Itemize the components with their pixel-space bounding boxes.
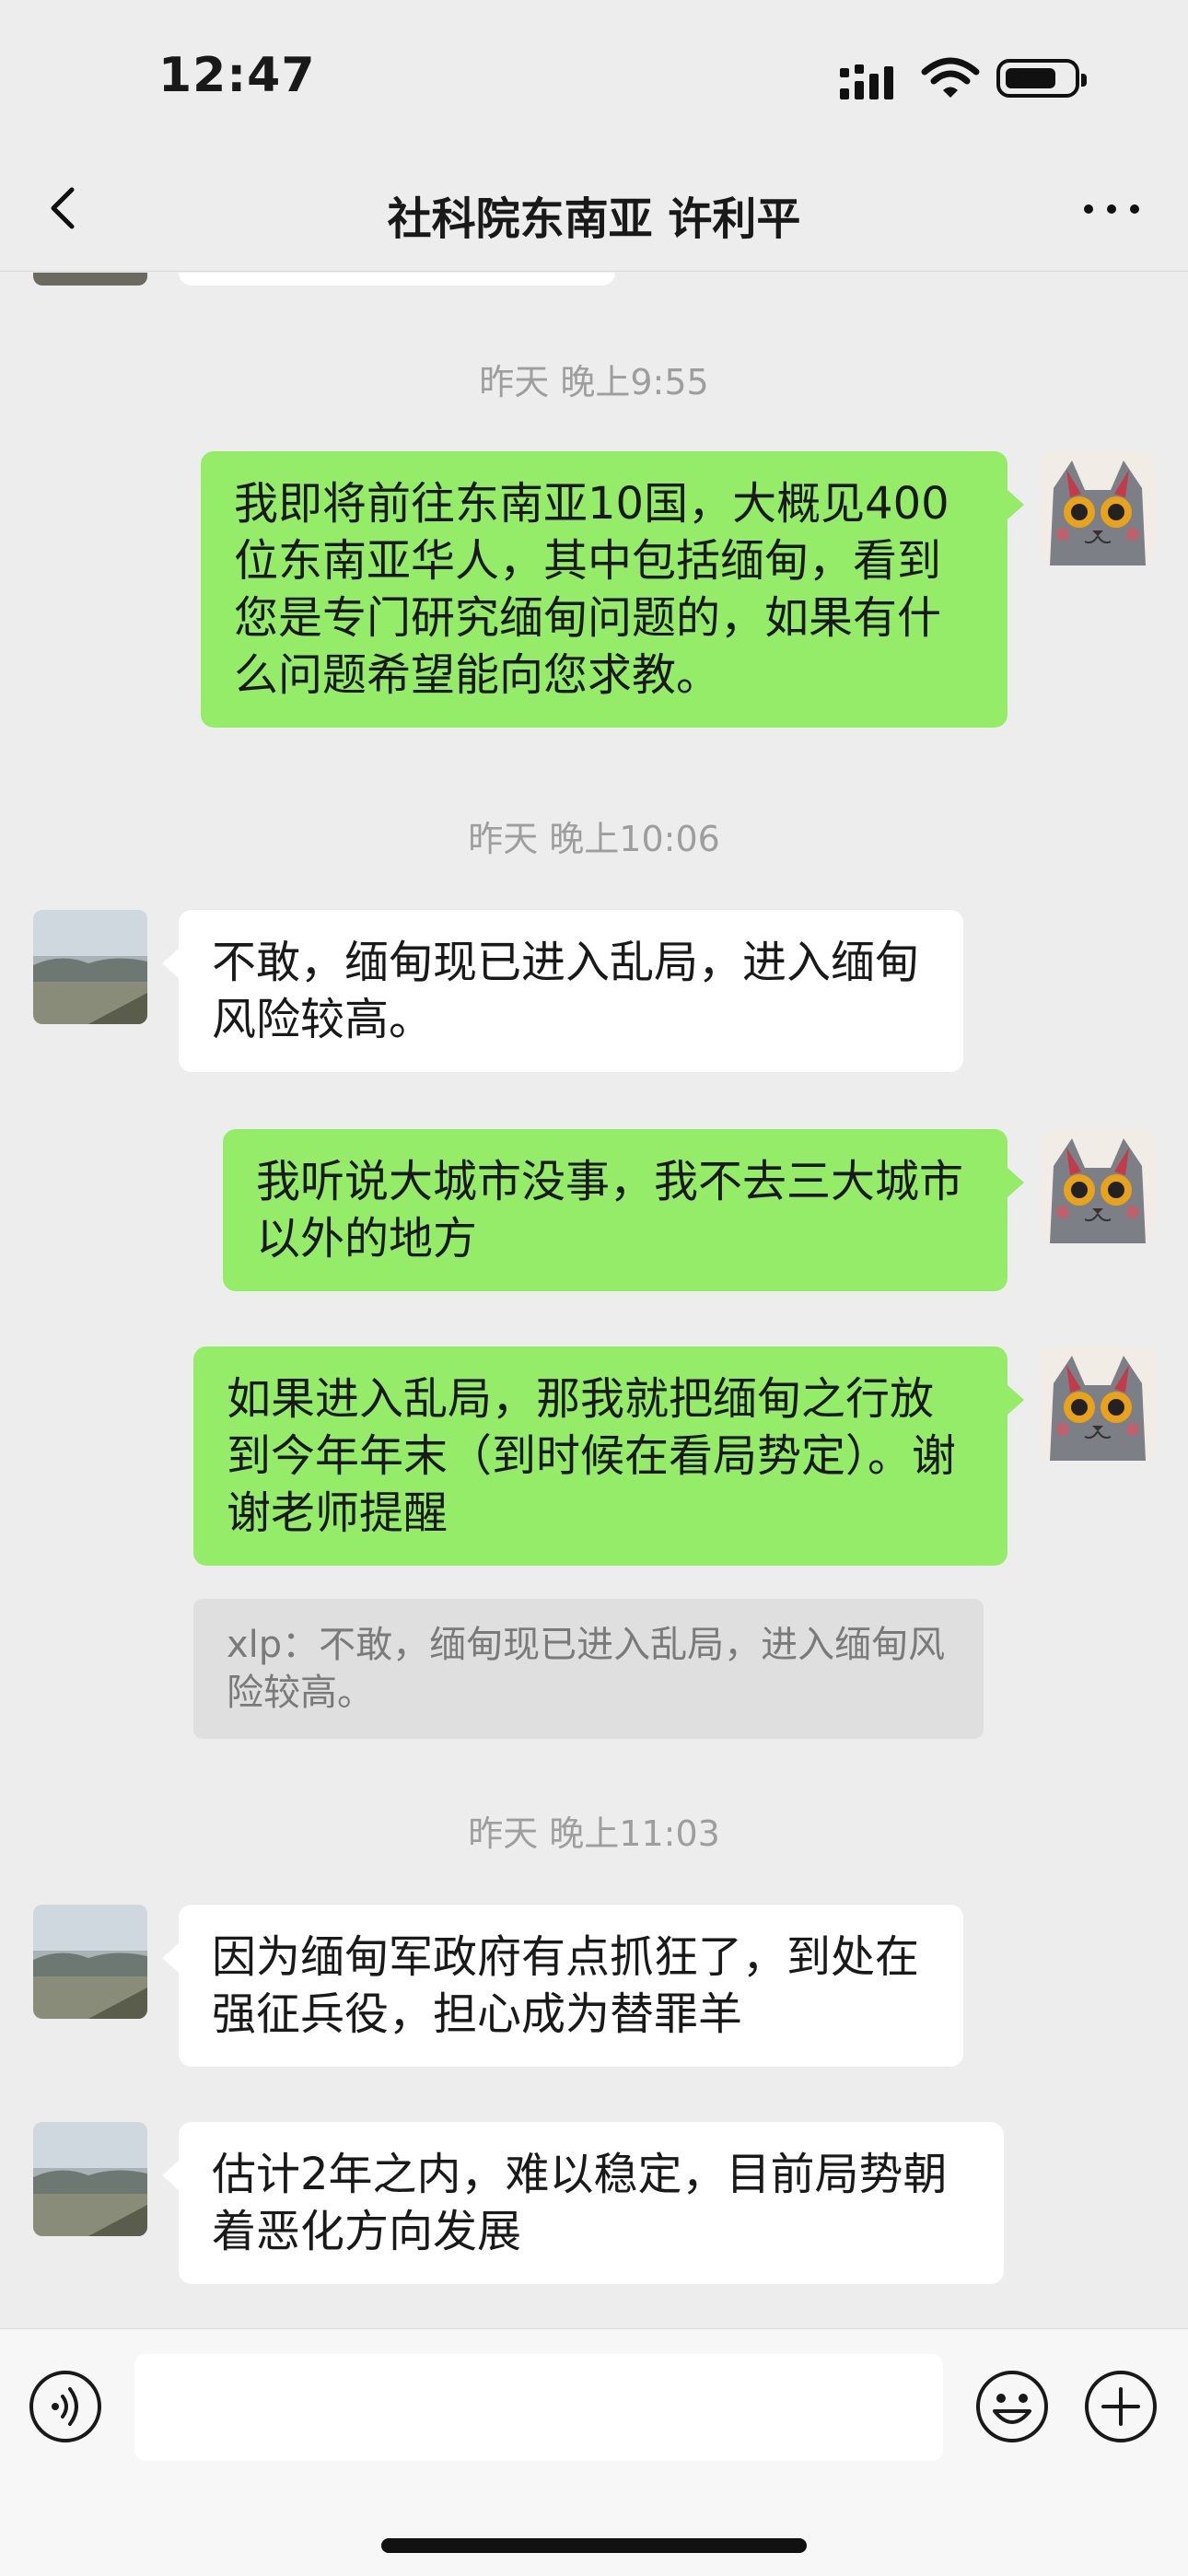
bubble-tail — [162, 2161, 179, 2190]
more-dots-icon[interactable] — [1079, 195, 1144, 223]
clipped-avatar[interactable] — [33, 273, 147, 286]
message-bubble-contact[interactable]: 因为缅甸军政府有点抓狂了，到处在强征兵役，担心成为替罪羊 — [179, 1905, 963, 2067]
message-bubble-self[interactable]: 如果进入乱局，那我就把缅甸之行放到今年年末（到时候在看局势定）。谢谢老师提醒 — [193, 1346, 1007, 1566]
message-bubble-contact[interactable]: 不敢，缅甸现已进入乱局，进入缅甸风险较高。 — [179, 910, 963, 1072]
contact-avatar[interactable] — [33, 910, 147, 1024]
message-input[interactable] — [134, 2354, 943, 2461]
home-indicator[interactable] — [381, 2538, 807, 2553]
emoji-icon[interactable] — [974, 2369, 1050, 2444]
bubble-tail — [1007, 1385, 1024, 1415]
contact-avatar[interactable] — [33, 2122, 147, 2236]
contact-avatar[interactable] — [33, 1905, 147, 2019]
message-bubble-contact[interactable]: 估计2年之内，难以稳定，目前局势朝着恶化方向发展 — [179, 2122, 1004, 2284]
battery-icon — [996, 59, 1087, 98]
bubble-tail — [1007, 490, 1024, 519]
message-bubble-self[interactable]: 我即将前往东南亚10国，大概见400位东南亚华人，其中包括缅甸，看到您是专门研究… — [201, 451, 1007, 728]
bubble-tail — [162, 949, 179, 978]
timestamp: 昨天 晚上9:55 — [479, 362, 709, 402]
timestamp: 昨天 晚上11:03 — [468, 1813, 720, 1854]
self-avatar[interactable] — [1041, 451, 1155, 565]
self-avatar[interactable] — [1041, 1346, 1155, 1461]
quoted-message[interactable]: xlp：不敢，缅甸现已进入乱局，进入缅甸风险较高。 — [193, 1599, 984, 1739]
self-avatar[interactable] — [1041, 1129, 1155, 1243]
chat-title: 社科院东南亚 许利平 — [387, 193, 801, 245]
bubble-tail — [1007, 1168, 1024, 1197]
status-time: 12:47 — [158, 48, 316, 103]
plus-icon[interactable] — [1083, 2369, 1159, 2444]
message-bubble-self[interactable]: 我听说大城市没事，我不去三大城市以外的地方 — [223, 1129, 1007, 1291]
bubble-tail — [162, 1943, 179, 1973]
clipped-message-bubble[interactable] — [179, 273, 615, 286]
voice-icon[interactable] — [28, 2369, 103, 2444]
timestamp: 昨天 晚上10:06 — [468, 819, 720, 859]
cellular-signal-icon — [840, 64, 893, 99]
wifi-icon — [921, 57, 980, 98]
